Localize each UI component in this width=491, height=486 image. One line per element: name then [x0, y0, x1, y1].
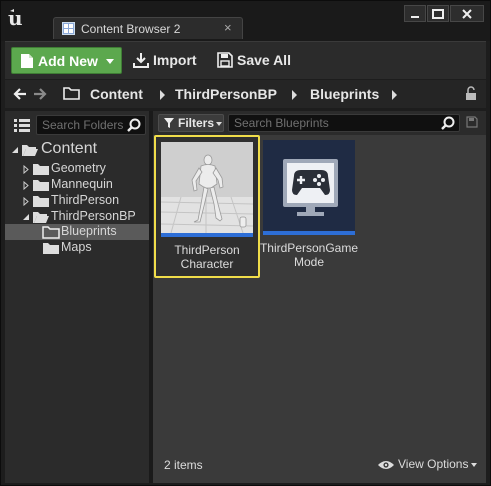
asset-name-line2: Mode: [293, 255, 325, 269]
breadcrumb-separator-icon[interactable]: [292, 90, 297, 100]
sources-toggle-icon[interactable]: [13, 117, 31, 133]
asset-type-bar: [161, 233, 253, 237]
tree-item-blueprints[interactable]: Blueprints: [5, 224, 149, 240]
asset-name: ThirdPersonGame Mode: [258, 241, 360, 269]
close-button[interactable]: [450, 5, 484, 22]
collapsed-arrow-icon[interactable]: [23, 165, 29, 174]
gamepad-monitor-thumbnail-icon: [263, 140, 355, 231]
expanded-arrow-icon[interactable]: [11, 146, 19, 154]
breadcrumb-blueprints[interactable]: Blueprints: [310, 86, 379, 102]
maximize-icon: [432, 8, 444, 19]
tree-item-label: Maps: [61, 240, 92, 254]
item-count-status: 2 items: [164, 458, 203, 472]
content-browser-icon: [62, 22, 75, 35]
asset-tile-thirdperson-character[interactable]: ThirdPerson Character: [154, 135, 260, 278]
tree-item-content[interactable]: Content: [5, 140, 149, 158]
folder-open-icon: [22, 145, 38, 156]
import-button[interactable]: Import: [133, 47, 203, 74]
tab-close-icon[interactable]: ×: [224, 21, 236, 35]
view-options-button[interactable]: View Options: [377, 457, 479, 473]
add-new-label: Add New: [38, 53, 98, 69]
filter-icon: [164, 118, 174, 128]
back-arrow-icon[interactable]: [13, 87, 27, 101]
tree-item-mannequin[interactable]: Mannequin: [5, 177, 149, 193]
forward-arrow-icon[interactable]: [33, 87, 47, 101]
tree-item-thirdperson[interactable]: ThirdPerson: [5, 193, 149, 209]
folder-icon: [33, 180, 49, 191]
asset-name-line1: ThirdPerson: [174, 243, 240, 257]
path-bar: Content ThirdPersonBP Blueprints: [5, 80, 486, 108]
folder-icon: [63, 87, 80, 100]
collapsed-arrow-icon[interactable]: [23, 181, 29, 190]
filters-label: Filters: [178, 116, 215, 130]
asset-tile-thirdperson-gamemode[interactable]: ThirdPersonGame Mode: [258, 135, 364, 278]
folder-tree-panel: Content Geometry Mannequin ThirdPerson T…: [5, 111, 149, 483]
save-all-button[interactable]: Save All: [217, 47, 297, 74]
folder-icon: [33, 196, 49, 207]
folder-open-icon: [33, 212, 49, 223]
filters-button[interactable]: Filters: [158, 114, 224, 132]
tree-item-maps[interactable]: Maps: [5, 240, 149, 256]
title-bar: u Content Browser 2 ×: [1, 1, 490, 41]
asset-name-line1: ThirdPersonGame: [259, 241, 359, 255]
breadcrumb-separator-icon[interactable]: [392, 90, 397, 100]
breadcrumb-separator-icon[interactable]: [160, 90, 165, 100]
search-icon: [441, 116, 455, 130]
view-options-label: View Options: [398, 457, 469, 471]
search-folders-input[interactable]: [37, 116, 123, 134]
folder-icon: [42, 226, 60, 239]
tree-item-label: Content: [41, 140, 98, 157]
chevron-down-icon: [216, 122, 222, 126]
content-browser-window: u Content Browser 2 × Add New Import Sav…: [0, 0, 491, 486]
folder-icon: [43, 243, 59, 254]
unreal-logo-icon: u: [8, 7, 23, 29]
asset-type-bar: [263, 231, 355, 235]
tree-item-label: Mannequin: [51, 177, 113, 191]
mannequin-thumbnail-icon: [161, 142, 253, 233]
unlock-icon[interactable]: [465, 86, 477, 101]
minimize-button[interactable]: [404, 5, 426, 22]
breadcrumb-thirdpersonbp[interactable]: ThirdPersonBP: [175, 86, 277, 102]
eye-icon: [378, 461, 394, 469]
close-icon: [462, 8, 472, 19]
asset-view-panel: Filters Search Blueprints ThirdPerson Ch…: [153, 111, 486, 483]
filter-bar: Filters: [153, 111, 486, 135]
tree-item-label: ThirdPerson: [51, 193, 120, 207]
tree-item-label: Blueprints: [61, 224, 117, 238]
chevron-down-icon: [471, 463, 477, 467]
asset-name: ThirdPerson Character: [156, 243, 258, 271]
add-new-button[interactable]: Add New: [11, 47, 122, 74]
chevron-down-icon: [106, 59, 114, 64]
svg-text:u: u: [8, 7, 23, 29]
window-controls: [403, 5, 484, 23]
tab-title: Content Browser 2: [81, 22, 181, 36]
search-folders-field[interactable]: [36, 115, 146, 135]
expanded-arrow-icon[interactable]: [22, 213, 30, 221]
tab-content-browser[interactable]: Content Browser 2 ×: [53, 17, 243, 39]
tree-item-label: Geometry: [51, 161, 106, 175]
minimize-icon: [411, 15, 419, 18]
collapsed-arrow-icon[interactable]: [23, 197, 29, 206]
breadcrumb-content[interactable]: Content: [90, 86, 143, 102]
import-icon: [133, 53, 149, 68]
new-file-icon: [21, 54, 33, 68]
save-search-icon[interactable]: [466, 116, 478, 128]
search-icon: [127, 118, 141, 132]
maximize-button[interactable]: [427, 5, 449, 22]
tree-item-geometry[interactable]: Geometry: [5, 161, 149, 177]
tree-item-label: ThirdPersonBP: [51, 209, 136, 223]
save-all-label: Save All: [237, 52, 291, 68]
toolbar: Add New Import Save All: [5, 41, 486, 79]
tree-item-thirdpersonbp[interactable]: ThirdPersonBP: [5, 209, 149, 225]
asset-name-line2: Character: [180, 257, 234, 271]
search-assets-field[interactable]: [228, 114, 460, 132]
search-assets-input[interactable]: [229, 115, 434, 131]
folder-icon: [33, 164, 49, 175]
import-label: Import: [153, 52, 197, 68]
save-icon: [217, 52, 233, 68]
